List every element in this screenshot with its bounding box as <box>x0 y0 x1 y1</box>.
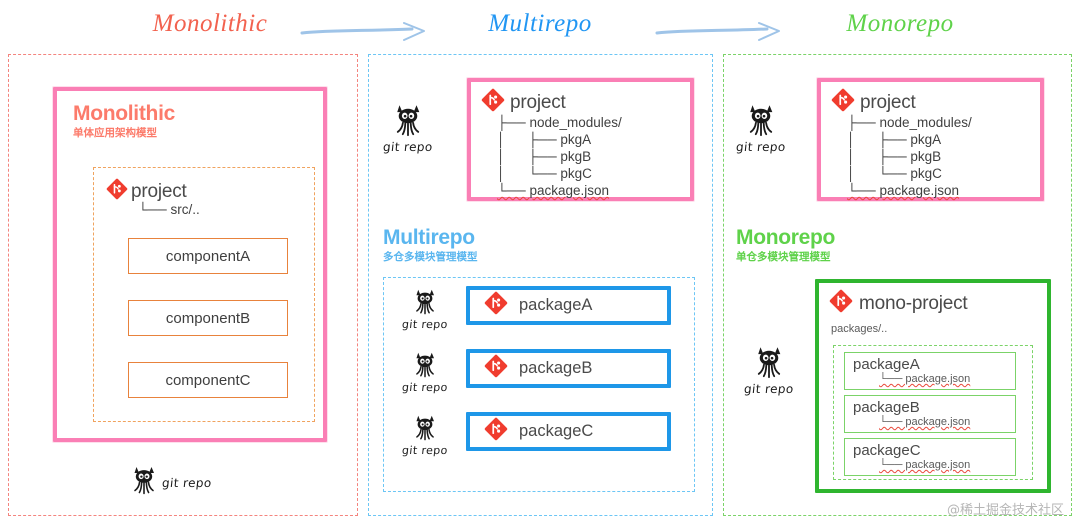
octocat-icon <box>413 351 437 383</box>
monorepo-package-b-label: packageB <box>853 399 920 416</box>
git-logo-icon <box>484 354 508 383</box>
multirepo-package-c-box: packageC <box>466 412 671 451</box>
monolithic-project-name: project <box>131 180 187 202</box>
multirepo-package-c-label: packageC <box>519 422 594 440</box>
arrow-monolithic-to-multirepo <box>300 22 430 41</box>
monorepo-package-c-card: packageC └── package.json <box>844 438 1016 476</box>
diagram-header-row: Monolithic Multirepo Monorepo <box>0 0 1080 52</box>
monorepo-package-b-file: └── package.json <box>879 416 971 428</box>
monorepo-project-git-repo: git repo <box>735 103 787 154</box>
octocat-icon <box>746 103 776 142</box>
multirepo-project-git-repo: git repo <box>382 103 434 154</box>
multirepo-project-tree: ├── node_modules/ │ ├── pkgA │ ├── pkgB … <box>497 114 622 199</box>
git-logo-icon <box>484 291 508 320</box>
monorepo-package-a-label: packageA <box>853 356 920 373</box>
multirepo-project-box: project ├── node_modules/ │ ├── pkgA │ ├… <box>467 78 694 201</box>
git-logo-icon <box>481 88 505 117</box>
column-multirepo: git repo project ├── node_modules/ │ ├──… <box>368 54 713 516</box>
git-logo-icon <box>106 178 128 205</box>
monorepo-package-c-file: └── package.json <box>879 459 971 471</box>
mono-project-packages-dir: packages/.. <box>831 323 888 335</box>
multirepo-package-b-git-repo: git repo <box>401 351 449 394</box>
tree-line: │ └── pkgC <box>497 166 592 181</box>
mono-project-packages-dashed-box: packageA └── package.json packageB └── p… <box>833 345 1033 480</box>
multirepo-project-header: project <box>481 88 566 117</box>
tree-line: │ └── pkgC <box>847 166 942 181</box>
header-monorepo: Monorepo <box>846 10 954 37</box>
mono-project-name: mono-project <box>859 292 968 314</box>
monorepo-project-header: project <box>831 88 916 117</box>
multirepo-package-b-label: packageB <box>519 359 593 377</box>
tree-line: │ ├── pkgA <box>847 132 942 147</box>
monorepo-package-a-file: └── package.json <box>879 373 971 385</box>
monorepo-title: Monorepo <box>736 226 836 249</box>
octocat-icon <box>754 345 784 384</box>
monorepo-project-name: project <box>860 91 916 113</box>
monorepo-package-a-card: packageA └── package.json <box>844 352 1016 390</box>
tree-line: ├── node_modules/ <box>497 115 622 130</box>
octocat-icon <box>393 103 423 142</box>
git-logo-icon <box>831 88 855 117</box>
tree-line: │ ├── pkgB <box>847 149 942 164</box>
monorepo-mono-project-box: mono-project packages/.. packageA └── pa… <box>815 279 1051 493</box>
tree-line: │ ├── pkgA <box>497 132 592 147</box>
multirepo-subtitle: 多仓多模块管理模型 <box>383 251 478 264</box>
tree-line: │ ├── pkgB <box>497 149 592 164</box>
monolithic-title: Monolithic <box>73 102 175 125</box>
multirepo-package-a-box: packageA <box>466 286 671 325</box>
component-box-a: componentA <box>128 238 288 274</box>
multirepo-packages-dashed-box: git repo packageA git repo packageB git … <box>383 277 695 492</box>
component-box-b: componentB <box>128 300 288 336</box>
monolithic-git-repo: git repo <box>131 465 212 500</box>
arrow-multirepo-to-monorepo <box>655 22 785 41</box>
multirepo-title-block: Multirepo 多仓多模块管理模型 <box>383 226 478 264</box>
monorepo-project-tree: ├── node_modules/ │ ├── pkgA │ ├── pkgB … <box>847 114 972 199</box>
multirepo-package-b-box: packageB <box>466 349 671 388</box>
multirepo-project-git-repo-label: git repo <box>382 140 434 154</box>
multirepo-title: Multirepo <box>383 226 475 249</box>
git-logo-icon <box>484 417 508 446</box>
multirepo-package-a-label: packageA <box>519 296 593 314</box>
header-multirepo: Multirepo <box>488 10 592 37</box>
monolithic-title-block: Monolithic 单体应用架构模型 <box>73 102 175 140</box>
monorepo-project-box: project ├── node_modules/ │ ├── pkgA │ ├… <box>817 78 1044 201</box>
multirepo-project-name: project <box>510 91 566 113</box>
tree-line: └── package.json <box>497 183 610 198</box>
monorepo-mono-project-git-repo-label: git repo <box>743 382 795 396</box>
mono-project-header: mono-project <box>829 289 968 318</box>
monorepo-subtitle: 单仓多模块管理模型 <box>736 251 831 264</box>
monolithic-project-dashed-box: project └── src/.. componentA componentB… <box>93 167 315 422</box>
octocat-icon <box>413 288 437 320</box>
monorepo-package-b-card: packageB └── package.json <box>844 395 1016 433</box>
column-monolithic: Monolithic 单体应用架构模型 project └── src/.. c… <box>8 54 358 516</box>
tree-line: ├── node_modules/ <box>847 115 972 130</box>
git-logo-icon <box>829 289 853 318</box>
header-monolithic: Monolithic <box>152 10 268 37</box>
monorepo-mono-project-git-repo: git repo <box>743 345 795 396</box>
component-box-c: componentC <box>128 362 288 398</box>
multirepo-package-b-git-repo-label: git repo <box>401 381 449 394</box>
tree-line: └── package.json <box>847 183 960 198</box>
column-monorepo: git repo project ├── node_modules/ │ ├──… <box>723 54 1072 516</box>
monorepo-package-c-label: packageC <box>853 442 921 459</box>
monolithic-git-repo-label: git repo <box>161 475 213 490</box>
multirepo-package-c-git-repo-label: git repo <box>401 444 449 457</box>
monorepo-title-block: Monorepo 单仓多模块管理模型 <box>736 226 836 264</box>
monolithic-tree-src: └── src/.. <box>138 202 200 217</box>
multirepo-package-a-git-repo: git repo <box>401 288 449 331</box>
monorepo-project-git-repo-label: git repo <box>735 140 787 154</box>
monolithic-subtitle: 单体应用架构模型 <box>73 127 157 140</box>
watermark: @稀土掘金技术社区 <box>946 503 1064 518</box>
multirepo-package-c-git-repo: git repo <box>401 414 449 457</box>
octocat-icon <box>131 465 157 500</box>
octocat-icon <box>413 414 437 446</box>
monolithic-pink-panel: Monolithic 单体应用架构模型 project └── src/.. c… <box>53 87 327 442</box>
multirepo-package-a-git-repo-label: git repo <box>401 318 449 331</box>
